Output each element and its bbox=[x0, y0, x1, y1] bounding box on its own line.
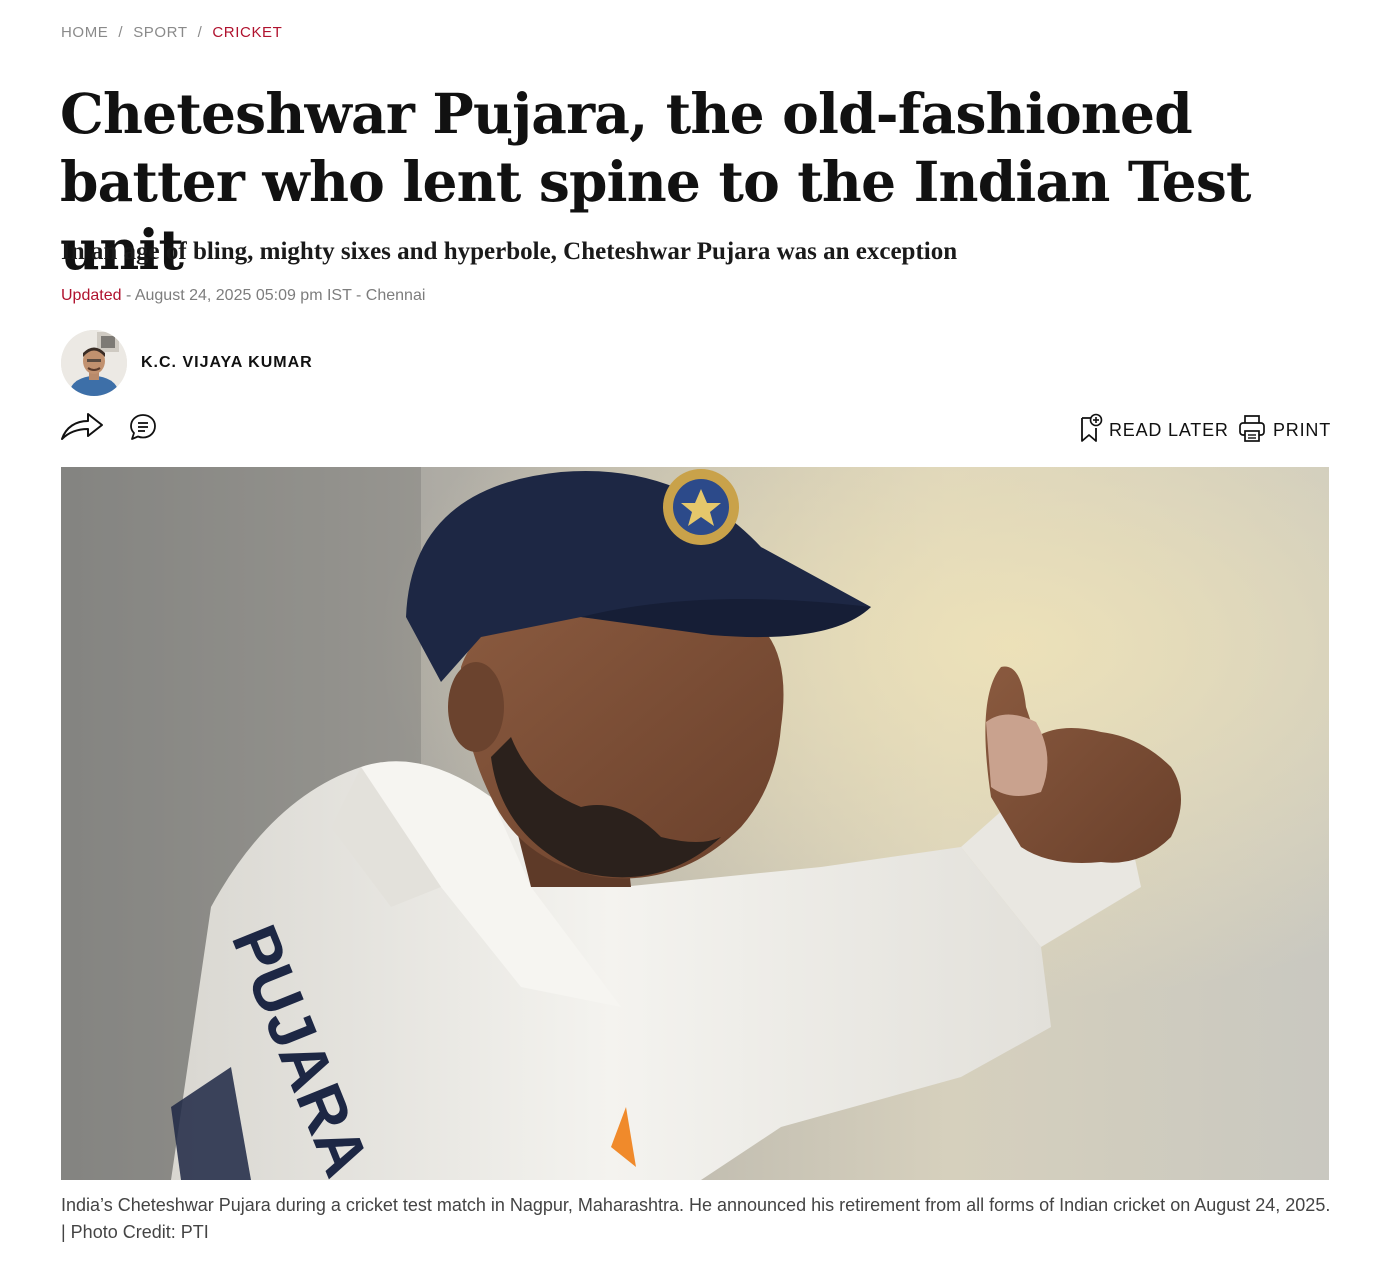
author-name[interactable]: K.C. VIJAYA KUMAR bbox=[141, 354, 313, 372]
hero-image: PUJARA bbox=[61, 467, 1329, 1180]
updated-label: Updated bbox=[61, 287, 122, 304]
image-caption: India’s Cheteshwar Pujara during a crick… bbox=[61, 1195, 1331, 1242]
breadcrumb-separator: / bbox=[118, 24, 124, 41]
bookmark-plus-icon bbox=[1079, 413, 1103, 448]
breadcrumb-separator: / bbox=[197, 24, 203, 41]
breadcrumb-cricket[interactable]: CRICKET bbox=[212, 24, 282, 41]
author-block: K.C. VIJAYA KUMAR bbox=[61, 330, 313, 396]
printer-icon bbox=[1237, 413, 1267, 448]
breadcrumb: HOME / SPORT / CRICKET bbox=[61, 24, 282, 41]
print-button[interactable]: PRINT bbox=[1237, 413, 1331, 448]
comment-icon bbox=[128, 412, 158, 447]
avatar[interactable] bbox=[61, 330, 127, 396]
dateline: - August 24, 2025 05:09 pm IST - Chennai bbox=[121, 287, 426, 304]
article-page: HOME / SPORT / CRICKET Cheteshwar Pujara… bbox=[0, 0, 1374, 1272]
breadcrumb-sport[interactable]: SPORT bbox=[133, 24, 187, 41]
share-button[interactable] bbox=[60, 412, 104, 444]
share-arrow-icon bbox=[60, 410, 104, 447]
read-later-label: READ LATER bbox=[1109, 420, 1229, 440]
read-later-button[interactable]: READ LATER bbox=[1079, 413, 1229, 448]
article-meta: Updated - August 24, 2025 05:09 pm IST -… bbox=[61, 287, 425, 305]
article-subtitle: In an age of bling, mighty sixes and hyp… bbox=[61, 238, 958, 265]
breadcrumb-home[interactable]: HOME bbox=[61, 24, 108, 41]
comment-button[interactable] bbox=[128, 412, 158, 447]
print-label: PRINT bbox=[1273, 420, 1331, 440]
